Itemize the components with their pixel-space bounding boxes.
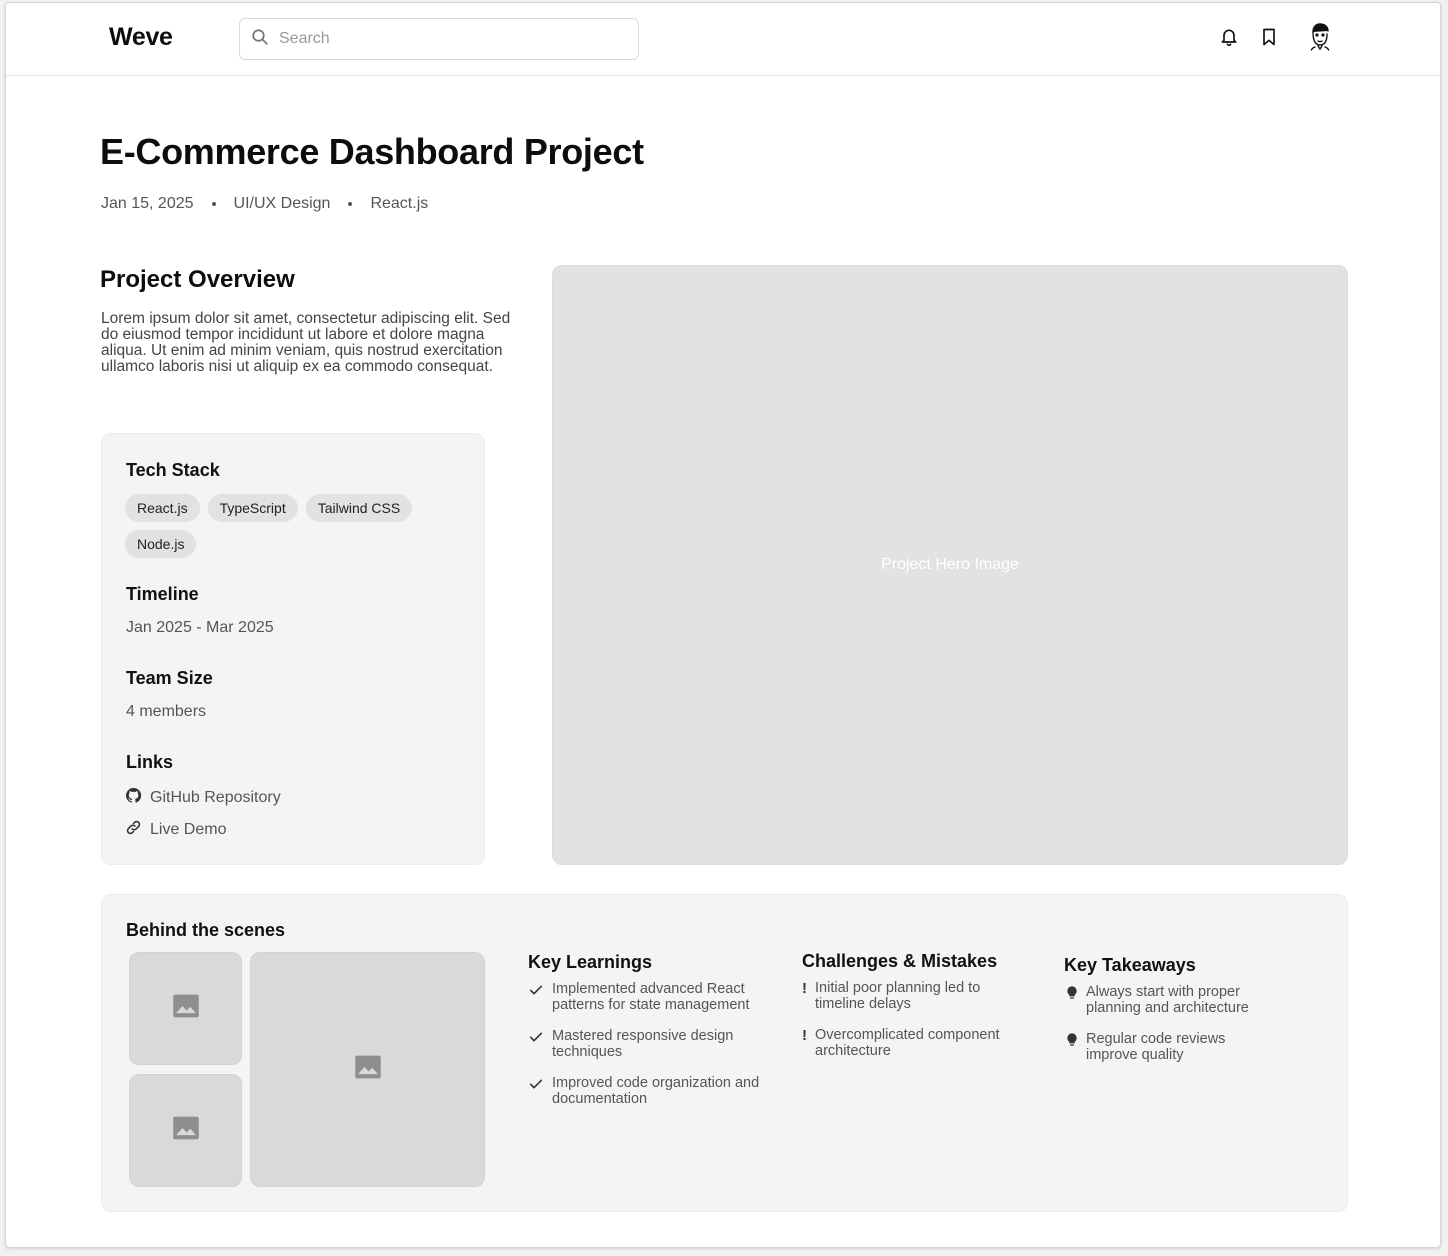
lightbulb-icon [1064,984,1086,1001]
meta-date: Jan 15, 2025 [101,195,194,212]
project-info-card: Tech Stack React.js TypeScript Tailwind … [101,433,485,865]
meta-separator [348,202,353,206]
overview-text: Lorem ipsum dolor sit amet, consectetur … [101,310,511,375]
tech-chip[interactable]: React.js [125,494,200,522]
link-label: GitHub Repository [150,789,281,806]
list-item-text: Always start with proper planning and ar… [1086,984,1249,1016]
gallery-large-image[interactable] [250,952,485,1187]
bookmark-icon[interactable] [1258,26,1280,48]
timeline-heading: Timeline [126,584,199,604]
list-item-text: Mastered responsive design techniques [552,1028,734,1060]
github-icon [125,787,142,809]
exclamation-icon: ! [802,980,807,997]
search-icon [251,28,269,51]
image-icon [169,1111,203,1150]
list-item: Always start with proper planning and ar… [1064,984,1274,1016]
key-takeaways-column: Key Takeaways Always start with proper p… [1064,955,1274,1078]
notifications-bell-icon[interactable] [1218,26,1240,48]
list-item-text: Implemented advanced React patterns for … [552,981,750,1013]
challenges-column: Challenges & Mistakes ! Initial poor pla… [802,951,1032,1074]
list-item-text: Regular code reviews improve quality [1086,1031,1226,1063]
search-box[interactable] [239,18,639,60]
live-demo-link[interactable]: Live Demo [125,819,226,841]
image-icon [169,989,203,1028]
key-learnings-heading: Key Learnings [528,952,653,972]
top-actions [1218,21,1336,53]
project-meta: Jan 15, 2025 UI/UX Design React.js [101,195,428,213]
list-item-text: Improved code organization and documenta… [552,1075,760,1107]
meta-category[interactable]: UI/UX Design [234,195,331,213]
github-repository-link[interactable]: GitHub Repository [125,787,281,809]
list-item: ! Overcomplicated component architecture [802,1027,1032,1059]
tech-chip[interactable]: Tailwind CSS [305,494,413,522]
team-size-heading: Team Size [126,668,213,688]
link-icon [125,819,142,841]
list-item: Improved code organization and documenta… [528,1075,768,1107]
check-icon [528,1028,552,1045]
key-learnings-column: Key Learnings Implemented advanced React… [528,952,768,1122]
team-size-value: 4 members [126,703,207,720]
timeline-value: Jan 2025 - Mar 2025 [126,619,274,636]
list-item: ! Initial poor planning led to timeline … [802,980,1032,1012]
lightbulb-icon [1064,1031,1086,1048]
list-item-text: Initial poor planning led to timeline de… [815,980,981,1012]
list-item: Implemented advanced React patterns for … [528,981,768,1013]
list-item: Regular code reviews improve quality [1064,1031,1274,1063]
top-navigation-bar: Weve [6,3,1440,76]
meta-tag[interactable]: React.js [370,195,428,213]
user-avatar[interactable] [1304,21,1336,53]
tech-chip[interactable]: Node.js [125,530,197,558]
search-input[interactable] [279,30,619,48]
key-takeaways-heading: Key Takeaways [1064,955,1196,975]
app-window: Weve Search E-Commerce Dashboard Project… [5,2,1441,1248]
hero-placeholder-label: Project Hero Image [881,556,1019,573]
tech-chip[interactable]: TypeScript [207,494,298,522]
check-icon [528,1075,552,1092]
link-label: Live Demo [150,821,227,838]
tech-stack-heading: Tech Stack [126,460,220,480]
tech-stack-chips: React.js TypeScript Tailwind CSS Node.js [125,494,455,558]
gallery-thumbnail[interactable] [129,952,242,1065]
exclamation-icon: ! [802,1027,807,1044]
list-item: Mastered responsive design techniques [528,1028,768,1060]
meta-separator [211,202,216,206]
app-logo[interactable]: Weve [109,23,173,52]
check-icon [528,981,552,998]
list-item-text: Overcomplicated component architecture [815,1027,1000,1059]
behind-the-scenes-heading: Behind the scenes [126,920,286,940]
project-hero-image: Project Hero Image [552,265,1348,865]
image-icon [351,1050,385,1089]
page-title: E-Commerce Dashboard Project [100,131,644,172]
links-heading: Links [126,752,174,772]
challenges-heading: Challenges & Mistakes [802,951,998,971]
overview-heading: Project Overview [100,266,295,293]
behind-the-scenes-section: Behind the scenes Key Learnings Implemen… [101,894,1348,1212]
gallery-thumbnail[interactable] [129,1074,242,1187]
